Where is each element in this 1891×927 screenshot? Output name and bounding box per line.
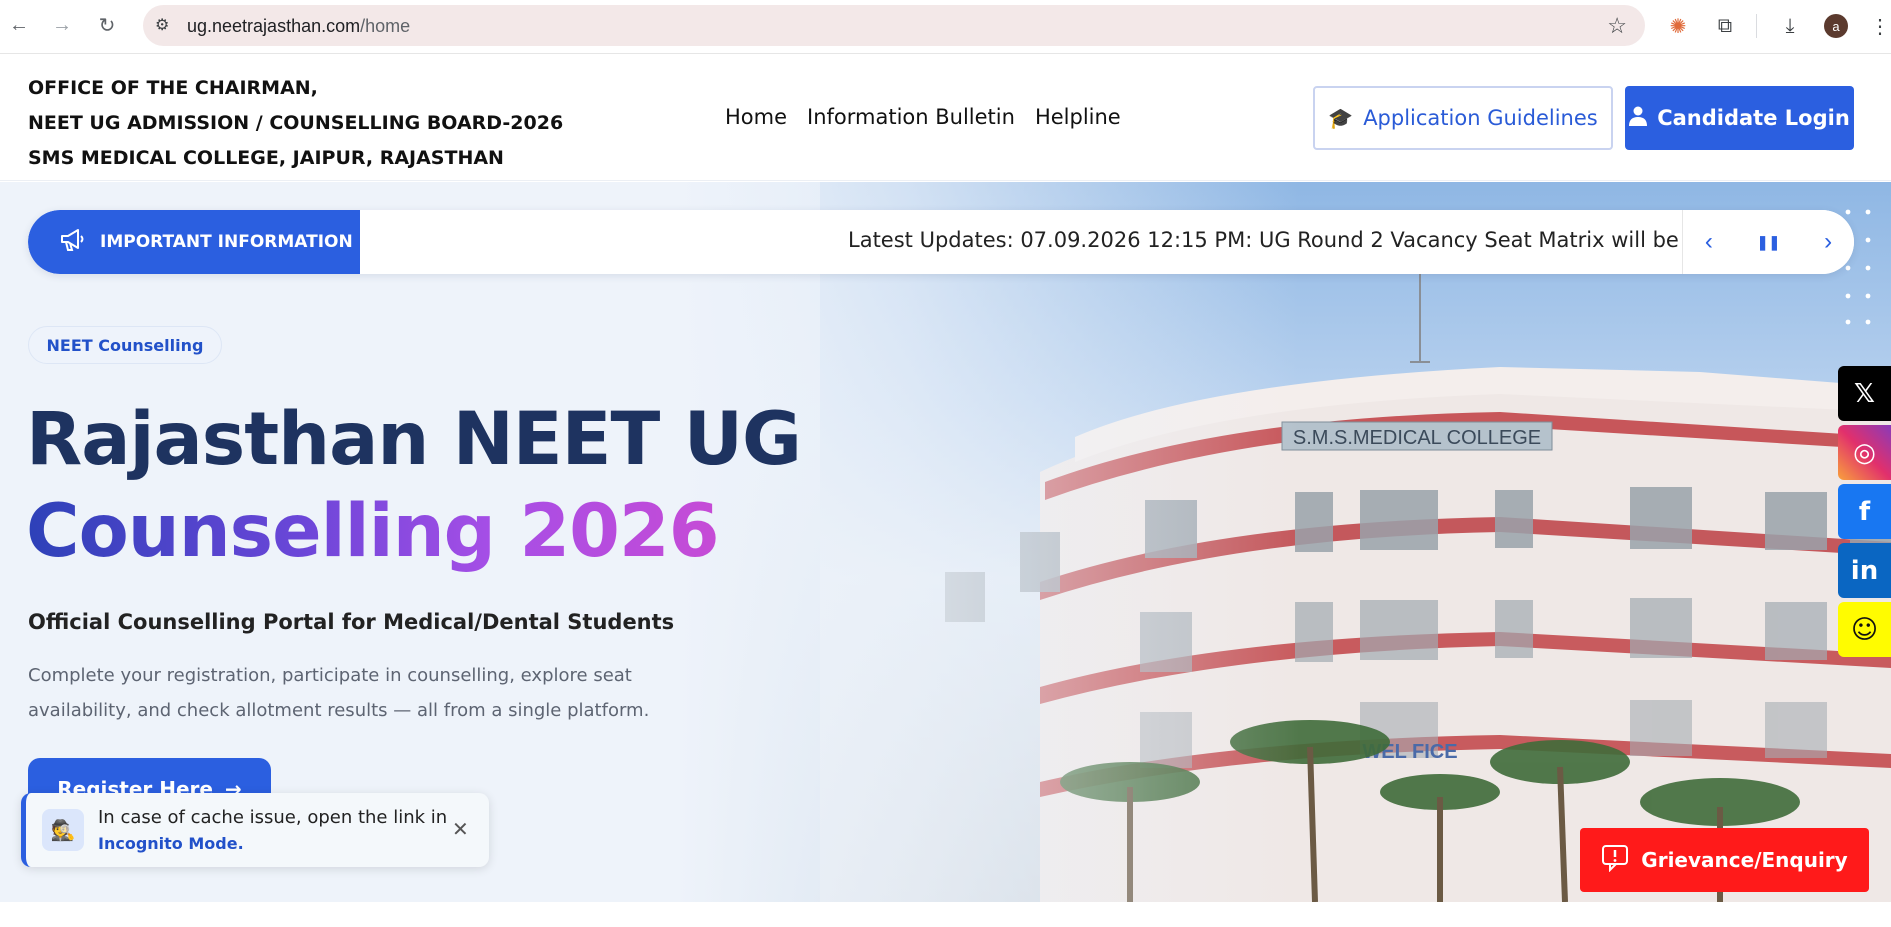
application-guidelines-label: Application Guidelines [1363, 106, 1598, 130]
grievance-enquiry-button[interactable]: Grievance/Enquiry [1580, 828, 1869, 892]
incognito-icon: 🕵 [42, 809, 84, 851]
toolbar-divider [1756, 14, 1757, 38]
cache-notice-toast: 🕵 In case of cache issue, open the link … [21, 793, 489, 867]
forward-icon[interactable]: → [49, 12, 75, 38]
important-info-badge: IMPORTANT INFORMATION [28, 210, 360, 274]
facebook-icon[interactable]: f [1838, 484, 1891, 539]
office-line-2: NEET UG ADMISSION / COUNSELLING BOARD-20… [28, 112, 564, 134]
instagram-glyph: ◎ [1853, 437, 1876, 468]
url-path: /home [360, 16, 411, 36]
site-header: OFFICE OF THE CHAIRMAN, NEET UG ADMISSIO… [0, 55, 1891, 181]
hero-description: Complete your registration, participate … [28, 665, 650, 721]
hero-title: Rajasthan NEET UG Counselling 2026 [26, 394, 802, 578]
feedback-icon [1601, 844, 1629, 877]
cache-notice-line-1: In case of cache issue, open the link in [98, 807, 448, 828]
back-icon[interactable]: ← [6, 12, 32, 38]
cache-notice-text: In case of cache issue, open the link in… [98, 805, 447, 857]
browser-toolbar: ← → ↻ ⚙ ug.neetrajasthan.com/home ☆ ✺ ⧉ … [0, 0, 1891, 54]
hero-title-line-2: Counselling 2026 [26, 486, 801, 578]
candidate-login-label: Candidate Login [1657, 106, 1850, 130]
bookmark-star-icon[interactable]: ☆ [1607, 13, 1627, 39]
download-icon[interactable]: ⤓ [1776, 12, 1804, 40]
x-twitter-glyph: 𝕏 [1854, 378, 1875, 409]
cache-notice-line-2: Incognito Mode. [98, 834, 244, 853]
snapchat-icon[interactable]: ☺ [1838, 602, 1891, 657]
instagram-icon[interactable]: ◎ [1838, 425, 1891, 480]
ticker-pause-icon[interactable]: ❚❚ [1757, 234, 1780, 251]
office-line-1: OFFICE OF THE CHAIRMAN, [28, 77, 318, 99]
user-icon [1629, 106, 1648, 131]
ticker-controls: ‹ ❚❚ › [1682, 210, 1854, 274]
ticker-next-icon[interactable]: › [1824, 228, 1832, 256]
profile-initial: a [1824, 14, 1848, 38]
hero-subtitle: Official Counselling Portal for Medical/… [28, 610, 675, 634]
ticker-prev-icon[interactable]: ‹ [1705, 228, 1713, 256]
close-icon[interactable]: ✕ [452, 817, 469, 842]
application-guidelines-button[interactable]: 🎓 Application Guidelines [1313, 86, 1613, 150]
linkedin-glyph: in [1850, 555, 1879, 586]
snapchat-glyph: ☺ [1850, 614, 1879, 645]
building-sign-text: S.M.S.MEDICAL COLLEGE [1293, 427, 1541, 449]
site-info-icon[interactable]: ⚙ [155, 15, 175, 35]
extension-sun-icon[interactable]: ✺ [1664, 12, 1692, 40]
hero-title-line-1: Rajasthan NEET UG [26, 397, 802, 482]
nav-helpline[interactable]: Helpline [1035, 105, 1121, 129]
important-info-label: IMPORTANT INFORMATION [100, 232, 353, 252]
grievance-enquiry-label: Grievance/Enquiry [1641, 848, 1848, 872]
graduation-cap-icon: 🎓 [1328, 106, 1354, 130]
x-twitter-icon[interactable]: 𝕏 [1838, 366, 1891, 421]
linkedin-icon[interactable]: in [1838, 543, 1891, 598]
reload-icon[interactable]: ↻ [94, 12, 120, 38]
hero-section: S.M.S.MEDICAL COLLEGE WEL FICE IMPORTANT… [0, 182, 1891, 902]
main-nav: Home Information Bulletin Helpline [725, 105, 1121, 129]
url-host: ug.neetrajasthan.com [187, 16, 361, 36]
latest-updates-text[interactable]: Latest Updates: 07.09.2026 12:15 PM: UG … [848, 228, 1682, 252]
office-line-3: SMS MEDICAL COLLEGE, JAIPUR, RAJASTHAN [28, 147, 504, 169]
facebook-glyph: f [1858, 496, 1871, 527]
extensions-puzzle-icon[interactable]: ⧉ [1711, 12, 1739, 40]
profile-avatar[interactable]: a [1822, 12, 1850, 40]
page-bottom-strip [0, 902, 1891, 927]
office-title: OFFICE OF THE CHAIRMAN, NEET UG ADMISSIO… [28, 71, 563, 176]
megaphone-icon [60, 228, 86, 257]
url-text[interactable]: ug.neetrajasthan.com/home [187, 16, 410, 37]
neet-counselling-chip: NEET Counselling [28, 326, 222, 364]
nav-information-bulletin[interactable]: Information Bulletin [807, 105, 1015, 129]
important-info-ticker: IMPORTANT INFORMATION Latest Updates: 07… [28, 210, 1854, 274]
address-bar[interactable]: ⚙ ug.neetrajasthan.com/home ☆ [143, 5, 1645, 46]
nav-home[interactable]: Home [725, 105, 787, 129]
candidate-login-button[interactable]: Candidate Login [1625, 86, 1854, 150]
menu-kebab-icon[interactable]: ⋮ [1866, 12, 1891, 40]
